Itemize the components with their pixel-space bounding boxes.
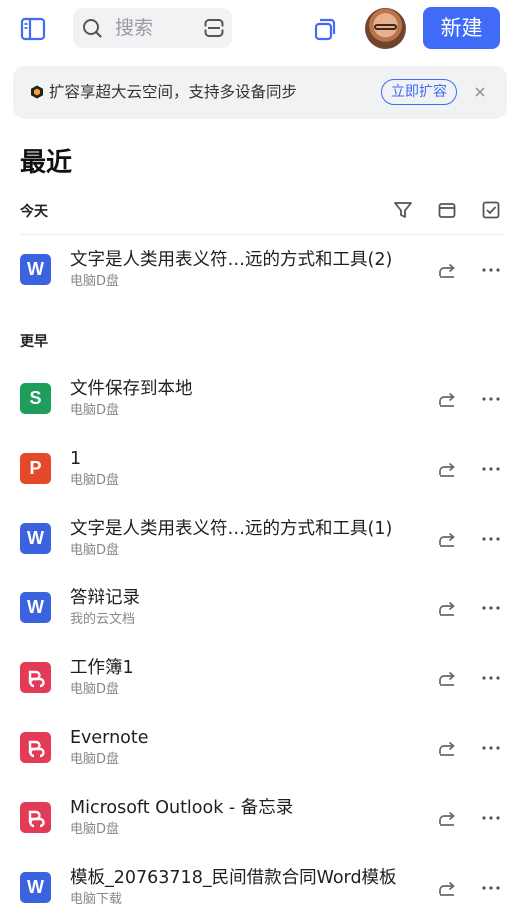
search-placeholder: 搜索 bbox=[115, 17, 154, 39]
file-type-letter: S bbox=[29, 388, 42, 408]
file-row[interactable]: S 文件保存到本地电脑D盘 bbox=[0, 369, 525, 429]
share-icon[interactable] bbox=[436, 528, 458, 550]
file-location: 电脑D盘 bbox=[70, 472, 120, 488]
close-icon[interactable] bbox=[471, 83, 489, 101]
more-options-icon[interactable] bbox=[480, 667, 502, 689]
pdf-file-icon bbox=[20, 732, 51, 763]
avatar-glasses bbox=[374, 24, 397, 30]
more-options-icon[interactable] bbox=[480, 597, 502, 619]
pdf-file-icon bbox=[20, 662, 51, 694]
select-icon[interactable] bbox=[480, 199, 502, 221]
file-location: 电脑D盘 bbox=[70, 274, 120, 289]
share-icon[interactable] bbox=[436, 259, 458, 281]
file-type-letter: W bbox=[27, 597, 44, 618]
banner-text: 扩容享超大云空间，支持多设备同步 bbox=[49, 83, 298, 101]
file-location: 电脑D盘 bbox=[70, 542, 120, 558]
more-options-icon[interactable] bbox=[480, 807, 502, 829]
filter-icon[interactable] bbox=[392, 199, 414, 221]
section-today: 今天 bbox=[20, 204, 48, 220]
file-location: 电脑D盘 bbox=[70, 821, 120, 837]
divider bbox=[20, 234, 504, 235]
word-file-icon: W bbox=[20, 871, 51, 903]
file-type-letter: W bbox=[27, 259, 44, 279]
file-location: 我的云文档 bbox=[70, 612, 136, 628]
ppt-file-icon: P bbox=[20, 452, 51, 484]
expand-storage-banner: 扩容享超大云空间，支持多设备同步 立即扩容 bbox=[13, 66, 507, 119]
avatar[interactable] bbox=[365, 8, 406, 49]
share-icon[interactable] bbox=[436, 597, 458, 619]
file-location: 电脑D盘 bbox=[70, 752, 120, 767]
share-icon[interactable] bbox=[436, 737, 458, 759]
word-file-icon: W bbox=[20, 522, 51, 554]
file-row[interactable]: W 文字是人类用表义符…远的方式和工具(2) 电脑D盘 bbox=[0, 240, 525, 300]
file-title: 文字是人类用表义符…远的方式和工具(1) bbox=[70, 518, 393, 539]
file-title: 1 bbox=[70, 448, 82, 469]
sheet-file-icon: S bbox=[20, 383, 51, 414]
word-file-icon: W bbox=[20, 254, 51, 285]
more-options-icon[interactable] bbox=[480, 458, 502, 480]
storage-badge-icon bbox=[31, 85, 43, 99]
new-button[interactable]: 新建 bbox=[423, 7, 500, 49]
more-options-icon[interactable] bbox=[480, 877, 502, 899]
file-row[interactable]: Evernote 电脑D盘 bbox=[0, 718, 525, 778]
top-bar: 搜索 新建 bbox=[0, 0, 525, 58]
share-icon[interactable] bbox=[436, 667, 458, 689]
section-earlier: 更早 bbox=[20, 334, 48, 350]
share-icon[interactable] bbox=[436, 877, 458, 899]
more-options-icon[interactable] bbox=[480, 528, 502, 550]
page-title: 最近 bbox=[20, 148, 73, 178]
file-title: 模板_20763718_民间借款合同Word模板 bbox=[70, 867, 397, 888]
file-title: 工作簿1 bbox=[70, 658, 134, 679]
more-options-icon[interactable] bbox=[480, 388, 502, 410]
more-options-icon[interactable] bbox=[480, 259, 502, 281]
scan-icon[interactable] bbox=[203, 17, 225, 39]
file-title: 答辩记录 bbox=[70, 588, 140, 609]
view-toggle-icon[interactable] bbox=[436, 199, 458, 221]
file-type-letter: W bbox=[27, 876, 44, 897]
file-row[interactable]: W 模板_20763718_民间借款合同Word模板电脑下载 bbox=[0, 858, 525, 918]
file-location: 电脑D盘 bbox=[70, 682, 120, 698]
search-icon bbox=[83, 19, 102, 38]
file-row[interactable]: 工作簿1 电脑D盘 bbox=[0, 648, 525, 708]
word-file-icon: W bbox=[20, 592, 51, 624]
multi-window-icon[interactable] bbox=[312, 15, 338, 43]
file-location: 电脑D盘 bbox=[70, 403, 120, 418]
file-title: 文件保存到本地 bbox=[70, 379, 193, 399]
file-row[interactable]: W 文字是人类用表义符…远的方式和工具(1) 电脑D盘 bbox=[0, 509, 525, 569]
file-location: 电脑下载 bbox=[70, 891, 123, 907]
search-input[interactable]: 搜索 bbox=[73, 8, 232, 48]
file-row[interactable]: W 答辩记录我的云文档 bbox=[0, 578, 525, 638]
file-title: Evernote bbox=[70, 728, 149, 748]
expand-now-button[interactable]: 立即扩容 bbox=[381, 79, 457, 105]
file-type-letter: W bbox=[27, 527, 44, 548]
sidebar-icon[interactable] bbox=[18, 14, 48, 44]
share-icon[interactable] bbox=[436, 388, 458, 410]
file-row[interactable]: P 1 电脑D盘 bbox=[0, 439, 525, 499]
file-title: Microsoft Outlook - 备忘录 bbox=[70, 797, 294, 818]
file-title: 文字是人类用表义符…远的方式和工具(2) bbox=[70, 250, 393, 270]
pdf-file-icon bbox=[20, 801, 51, 833]
file-type-letter: P bbox=[29, 457, 42, 478]
more-options-icon[interactable] bbox=[480, 737, 502, 759]
file-row[interactable]: Microsoft Outlook - 备忘录电脑D盘 bbox=[0, 788, 525, 848]
share-icon[interactable] bbox=[436, 807, 458, 829]
share-icon[interactable] bbox=[436, 458, 458, 480]
